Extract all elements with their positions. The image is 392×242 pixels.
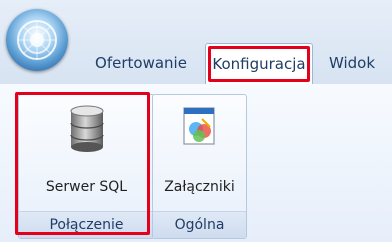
tab-label: Konfiguracja bbox=[212, 55, 306, 73]
database-icon bbox=[68, 105, 106, 157]
group-polaczenie: Serwer SQL Połączenie bbox=[18, 94, 155, 239]
group-label-ogolna: Ogólna bbox=[153, 211, 246, 238]
tab-label: Ofertowanie bbox=[95, 54, 187, 72]
zalaczniki-button[interactable]: Załączniki bbox=[153, 95, 246, 212]
serwer-sql-label: Serwer SQL bbox=[45, 179, 128, 195]
tab-widok[interactable]: Widok bbox=[322, 44, 382, 82]
tab-konfiguracja[interactable]: Konfiguracja bbox=[205, 43, 313, 84]
ribbon-tab-strip: Ofertowanie Konfiguracja Widok bbox=[0, 0, 392, 85]
group-label-polaczenie: Połączenie bbox=[19, 211, 154, 238]
serwer-sql-button[interactable]: Serwer SQL bbox=[19, 95, 154, 212]
application-menu-button[interactable] bbox=[6, 9, 68, 71]
ribbon-panel: Serwer SQL Połączenie Załączniki Ogólna bbox=[0, 84, 392, 242]
app-logo-icon bbox=[17, 20, 57, 60]
group-ogolna: Załączniki Ogólna bbox=[152, 94, 247, 239]
tab-ofertowanie[interactable]: Ofertowanie bbox=[86, 44, 196, 82]
tab-label: Widok bbox=[328, 54, 376, 72]
attachments-icon bbox=[180, 105, 220, 153]
zalaczniki-label: Załączniki bbox=[164, 179, 235, 195]
